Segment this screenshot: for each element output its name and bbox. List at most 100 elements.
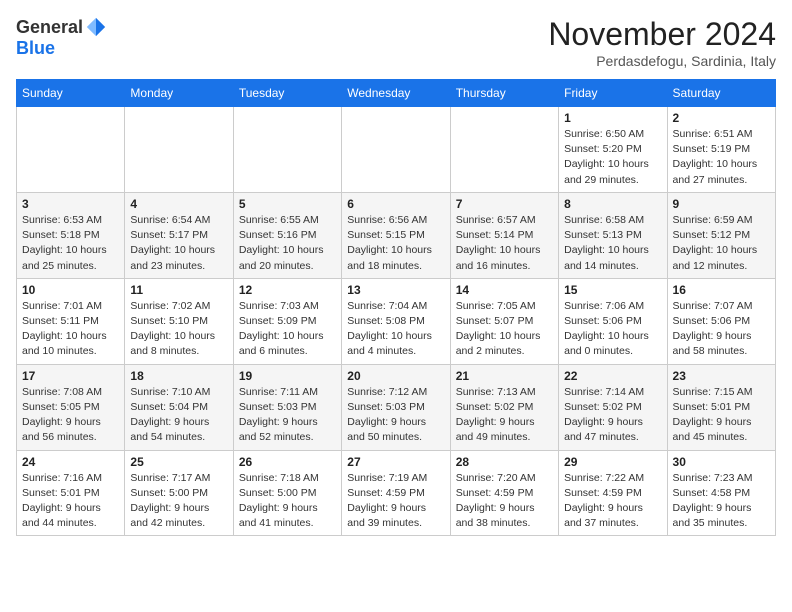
day-info: Sunrise: 7:18 AM Sunset: 5:00 PM Dayligh… [239,471,336,532]
day-number: 5 [239,197,336,211]
header-saturday: Saturday [667,80,775,107]
week-row-4: 17 Sunrise: 7:08 AM Sunset: 5:05 PM Dayli… [17,364,776,450]
day-info: Sunrise: 6:56 AM Sunset: 5:15 PM Dayligh… [347,213,444,274]
day-info: Sunrise: 6:53 AM Sunset: 5:18 PM Dayligh… [22,213,119,274]
cell-week3-day0: 10Sunrise: 7:01 AM Sunset: 5:11 PM Dayli… [17,278,125,364]
day-number: 30 [673,455,770,469]
day-info: Sunrise: 7:05 AM Sunset: 5:07 PM Dayligh… [456,299,553,360]
calendar-header-row: SundayMondayTuesdayWednesdayThursdayFrid… [17,80,776,107]
day-number: 16 [673,283,770,297]
day-number: 9 [673,197,770,211]
header-wednesday: Wednesday [342,80,450,107]
day-info: Sunrise: 6:51 AM Sunset: 5:19 PM Dayligh… [673,127,770,188]
calendar-table: SundayMondayTuesdayWednesdayThursdayFrid… [16,79,776,536]
day-number: 13 [347,283,444,297]
day-number: 17 [22,369,119,383]
cell-week4-day1: 18 Sunrise: 7:10 AM Sunset: 5:04 PM Dayli… [125,364,233,450]
cell-week4-day6: 23 Sunrise: 7:15 AM Sunset: 5:01 PM Dayli… [667,364,775,450]
day-info: Sunrise: 6:54 AM Sunset: 5:17 PM Dayligh… [130,213,227,274]
day-info: Sunrise: 7:23 AM Sunset: 4:58 PM Dayligh… [673,471,770,532]
cell-week4-day0: 17 Sunrise: 7:08 AM Sunset: 5:05 PM Dayli… [17,364,125,450]
day-number: 2 [673,111,770,125]
cell-week3-day5: 15 Sunrise: 7:06 AM Sunset: 5:06 PM Dayli… [559,278,667,364]
day-number: 6 [347,197,444,211]
cell-week2-day5: 8Sunrise: 6:58 AM Sunset: 5:13 PM Daylig… [559,192,667,278]
header-friday: Friday [559,80,667,107]
cell-week5-day0: 24 Sunrise: 7:16 AM Sunset: 5:01 PM Dayli… [17,450,125,536]
day-number: 1 [564,111,661,125]
day-number: 4 [130,197,227,211]
cell-week3-day4: 14 Sunrise: 7:05 AM Sunset: 5:07 PM Dayli… [450,278,558,364]
cell-week2-day2: 5 Sunrise: 6:55 AM Sunset: 5:16 PM Daylig… [233,192,341,278]
header-thursday: Thursday [450,80,558,107]
day-info: Sunrise: 7:22 AM Sunset: 4:59 PM Dayligh… [564,471,661,532]
day-info: Sunrise: 6:59 AM Sunset: 5:12 PM Dayligh… [673,213,770,274]
day-number: 12 [239,283,336,297]
day-info: Sunrise: 7:08 AM Sunset: 5:05 PM Dayligh… [22,385,119,446]
cell-week4-day2: 19 Sunrise: 7:11 AM Sunset: 5:03 PM Dayli… [233,364,341,450]
day-number: 21 [456,369,553,383]
day-info: Sunrise: 6:55 AM Sunset: 5:16 PM Dayligh… [239,213,336,274]
cell-week1-day1 [125,107,233,193]
day-number: 24 [22,455,119,469]
day-info: Sunrise: 7:10 AM Sunset: 5:04 PM Dayligh… [130,385,227,446]
day-number: 15 [564,283,661,297]
day-info: Sunrise: 7:06 AM Sunset: 5:06 PM Dayligh… [564,299,661,360]
header: General Blue November 2024 Perdasdefogu,… [16,16,776,69]
week-row-5: 24 Sunrise: 7:16 AM Sunset: 5:01 PM Dayli… [17,450,776,536]
day-info: Sunrise: 7:14 AM Sunset: 5:02 PM Dayligh… [564,385,661,446]
day-number: 22 [564,369,661,383]
cell-week2-day1: 4 Sunrise: 6:54 AM Sunset: 5:17 PM Daylig… [125,192,233,278]
day-info: Sunrise: 6:50 AM Sunset: 5:20 PM Dayligh… [564,127,661,188]
day-info: Sunrise: 7:15 AM Sunset: 5:01 PM Dayligh… [673,385,770,446]
title-area: November 2024 Perdasdefogu, Sardinia, It… [548,16,776,69]
day-info: Sunrise: 7:02 AM Sunset: 5:10 PM Dayligh… [130,299,227,360]
cell-week1-day2 [233,107,341,193]
day-info: Sunrise: 7:11 AM Sunset: 5:03 PM Dayligh… [239,385,336,446]
day-info: Sunrise: 7:12 AM Sunset: 5:03 PM Dayligh… [347,385,444,446]
logo-icon [85,16,107,38]
cell-week1-day5: 1 Sunrise: 6:50 AM Sunset: 5:20 PM Daylig… [559,107,667,193]
cell-week5-day3: 27 Sunrise: 7:19 AM Sunset: 4:59 PM Dayli… [342,450,450,536]
header-sunday: Sunday [17,80,125,107]
cell-week2-day0: 3 Sunrise: 6:53 AM Sunset: 5:18 PM Daylig… [17,192,125,278]
day-info: Sunrise: 7:16 AM Sunset: 5:01 PM Dayligh… [22,471,119,532]
location-subtitle: Perdasdefogu, Sardinia, Italy [548,53,776,69]
cell-week2-day3: 6 Sunrise: 6:56 AM Sunset: 5:15 PM Daylig… [342,192,450,278]
day-number: 19 [239,369,336,383]
day-number: 3 [22,197,119,211]
day-number: 26 [239,455,336,469]
cell-week1-day6: 2 Sunrise: 6:51 AM Sunset: 5:19 PM Daylig… [667,107,775,193]
day-number: 11 [130,283,227,297]
day-info: Sunrise: 7:03 AM Sunset: 5:09 PM Dayligh… [239,299,336,360]
day-info: Sunrise: 7:13 AM Sunset: 5:02 PM Dayligh… [456,385,553,446]
day-number: 18 [130,369,227,383]
week-row-2: 3 Sunrise: 6:53 AM Sunset: 5:18 PM Daylig… [17,192,776,278]
day-info: Sunrise: 7:19 AM Sunset: 4:59 PM Dayligh… [347,471,444,532]
cell-week4-day5: 22 Sunrise: 7:14 AM Sunset: 5:02 PM Dayli… [559,364,667,450]
cell-week3-day2: 12 Sunrise: 7:03 AM Sunset: 5:09 PM Dayli… [233,278,341,364]
header-tuesday: Tuesday [233,80,341,107]
header-monday: Monday [125,80,233,107]
logo-blue-text: Blue [16,38,55,58]
cell-week5-day4: 28 Sunrise: 7:20 AM Sunset: 4:59 PM Dayli… [450,450,558,536]
day-number: 28 [456,455,553,469]
day-number: 7 [456,197,553,211]
cell-week5-day1: 25Sunrise: 7:17 AM Sunset: 5:00 PM Dayli… [125,450,233,536]
cell-week1-day3 [342,107,450,193]
day-info: Sunrise: 7:01 AM Sunset: 5:11 PM Dayligh… [22,299,119,360]
logo: General Blue [16,16,107,59]
day-number: 29 [564,455,661,469]
day-number: 23 [673,369,770,383]
cell-week3-day3: 13Sunrise: 7:04 AM Sunset: 5:08 PM Dayli… [342,278,450,364]
month-title: November 2024 [548,16,776,53]
day-number: 27 [347,455,444,469]
cell-week4-day4: 21 Sunrise: 7:13 AM Sunset: 5:02 PM Dayli… [450,364,558,450]
cell-week5-day5: 29 Sunrise: 7:22 AM Sunset: 4:59 PM Dayli… [559,450,667,536]
cell-week2-day4: 7Sunrise: 6:57 AM Sunset: 5:14 PM Daylig… [450,192,558,278]
cell-week2-day6: 9 Sunrise: 6:59 AM Sunset: 5:12 PM Daylig… [667,192,775,278]
cell-week1-day4 [450,107,558,193]
day-info: Sunrise: 7:20 AM Sunset: 4:59 PM Dayligh… [456,471,553,532]
cell-week1-day0 [17,107,125,193]
day-number: 14 [456,283,553,297]
